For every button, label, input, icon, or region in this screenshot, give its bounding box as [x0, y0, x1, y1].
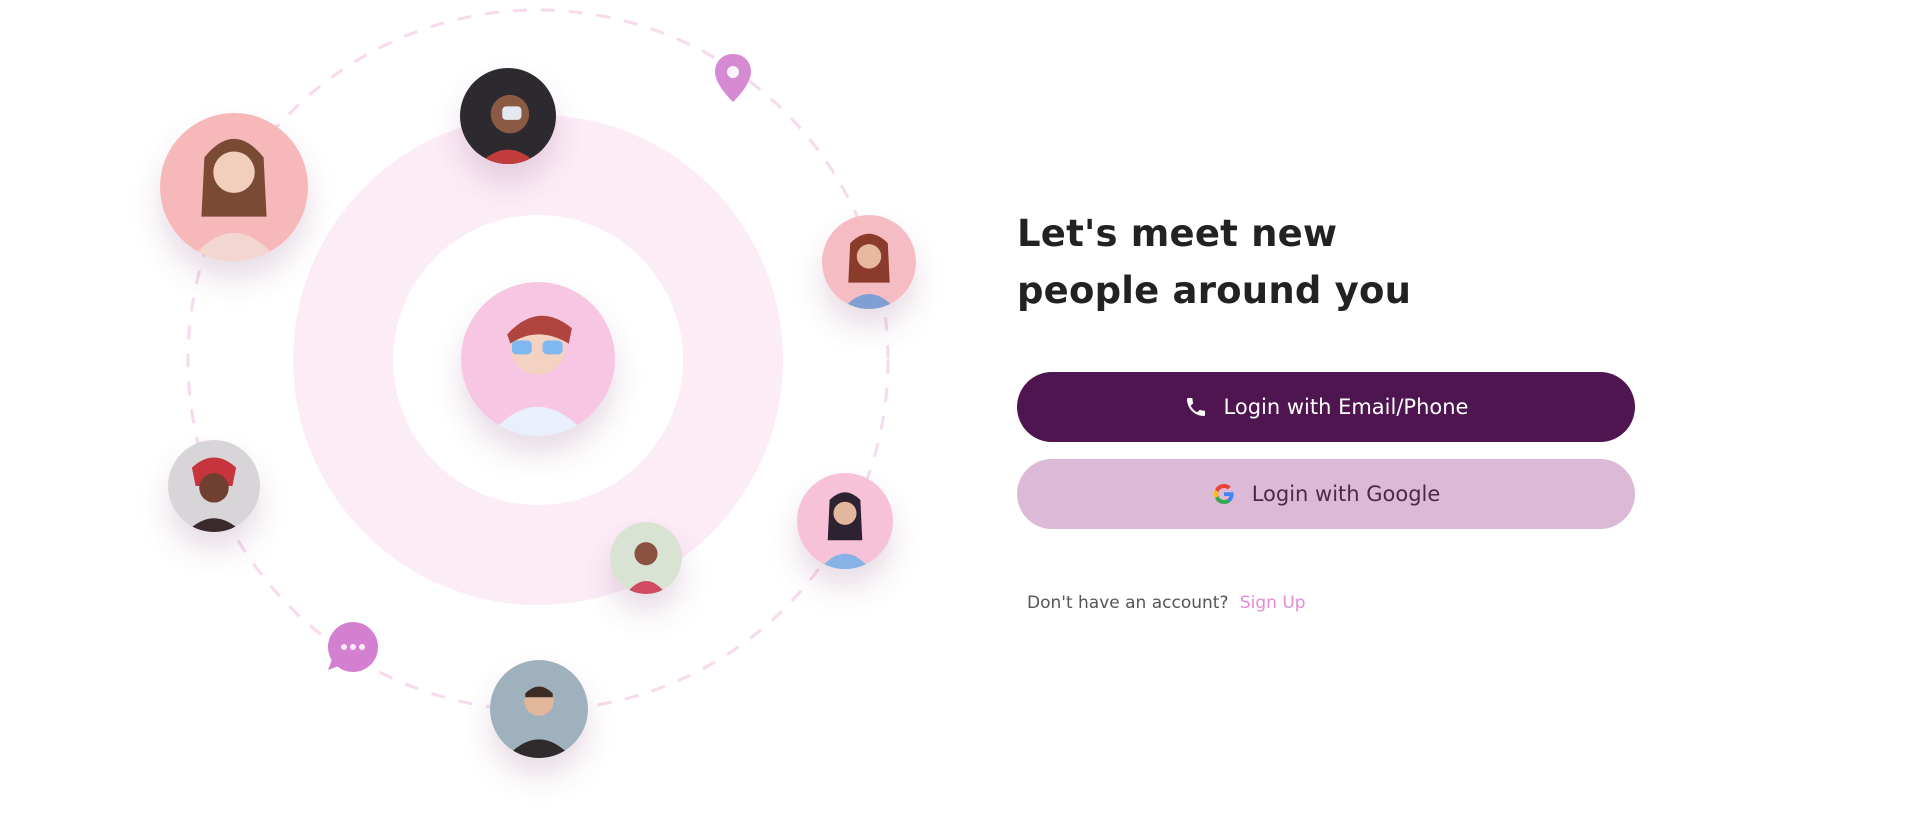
woman-avatar — [168, 440, 260, 532]
google-logo-icon — [1212, 482, 1236, 506]
title-line-1: Let's meet new — [1017, 212, 1338, 255]
man-avatar — [490, 660, 588, 758]
center-user-avatar — [461, 282, 615, 436]
chat-bubble-icon — [320, 620, 382, 678]
woman-avatar — [460, 68, 556, 164]
woman-avatar — [797, 473, 893, 569]
signup-row: Don't have an account? Sign Up — [1027, 593, 1637, 613]
signup-prompt: Don't have an account? — [1027, 593, 1229, 613]
location-pin-icon — [712, 52, 754, 104]
login-email-phone-label: Login with Email/Phone — [1223, 395, 1469, 419]
login-email-phone-button[interactable]: Login with Email/Phone — [1017, 372, 1635, 442]
phone-icon — [1184, 395, 1208, 419]
login-google-button[interactable]: Login with Google — [1017, 459, 1635, 529]
login-google-label: Login with Google — [1251, 482, 1441, 506]
woman-avatar — [160, 113, 308, 261]
login-screen: Let's meet new people around you Login w… — [0, 0, 1918, 817]
title-line-2: people around you — [1017, 269, 1412, 312]
woman-avatar — [610, 522, 682, 594]
page-title: Let's meet new people around you — [1017, 205, 1637, 319]
people-orbit-illustration — [0, 0, 950, 817]
login-panel: Let's meet new people around you Login w… — [1017, 205, 1637, 613]
woman-avatar — [822, 215, 916, 309]
sign-up-link[interactable]: Sign Up — [1240, 593, 1306, 613]
